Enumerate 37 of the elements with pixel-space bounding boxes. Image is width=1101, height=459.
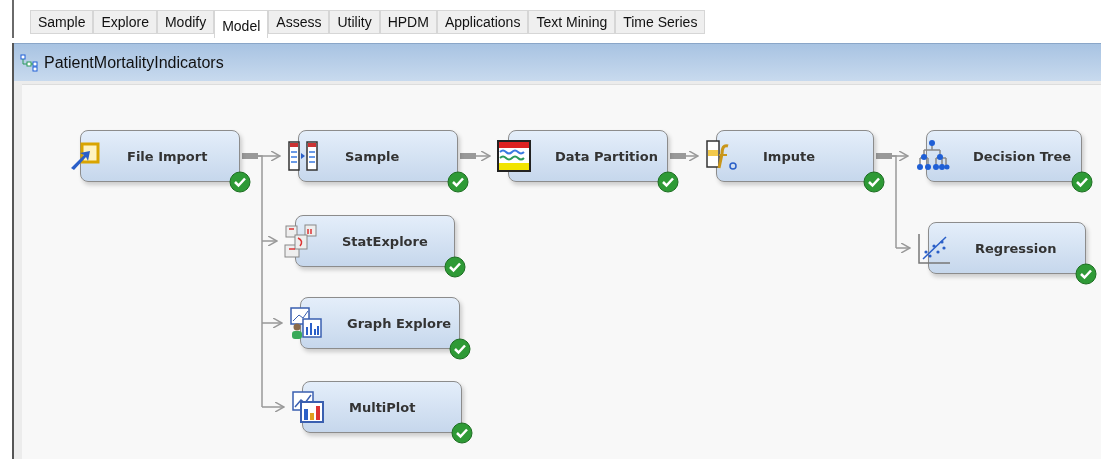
tab[interactable]: Utility (329, 10, 380, 34)
tab[interactable]: Model (214, 10, 269, 38)
tab[interactable]: Modify (156, 10, 215, 34)
connector-arrow (685, 150, 699, 162)
diagram-icon (20, 53, 38, 72)
connector-arrow (261, 317, 283, 329)
diagram-node[interactable]: Sample (298, 130, 458, 182)
connector-arrow (261, 401, 285, 413)
tab[interactable]: Assess (268, 10, 330, 34)
connector-arrow (257, 150, 281, 162)
tab[interactable]: HPDM (379, 10, 437, 34)
diagram-node[interactable]: Data Partition (508, 130, 668, 182)
connector-arrow (261, 235, 278, 247)
diagram-node[interactable]: StatExplore (295, 215, 455, 267)
connector-stub (670, 153, 686, 159)
tab[interactable]: Sample (30, 10, 94, 34)
diagram-node[interactable]: File Import (80, 130, 240, 182)
diagram-node[interactable]: Impute (716, 130, 874, 182)
tab[interactable]: Text Mining (528, 10, 616, 34)
diagram-node[interactable]: Graph Explore (300, 297, 460, 349)
diagram-node[interactable]: MultiPlot (302, 381, 462, 433)
tab[interactable]: Explore (93, 10, 157, 34)
connector-arrow (891, 150, 909, 162)
tab[interactable]: Applications (436, 10, 529, 34)
chart-icon (290, 389, 326, 425)
connector-stub (460, 153, 476, 159)
diagram-node[interactable]: Decision Tree (926, 130, 1082, 182)
statistics-icon (283, 223, 319, 259)
tab[interactable]: Time Series (615, 10, 706, 34)
diagram-node[interactable]: Regression (928, 222, 1086, 274)
connector-stub (242, 153, 258, 159)
diagram-title: PatientMortalityIndicators (44, 53, 224, 72)
connector-arrow (475, 150, 491, 162)
connector-arrow (895, 242, 911, 254)
graph-icon (288, 305, 324, 341)
table-icon (496, 138, 532, 174)
connector-stub (876, 153, 892, 159)
